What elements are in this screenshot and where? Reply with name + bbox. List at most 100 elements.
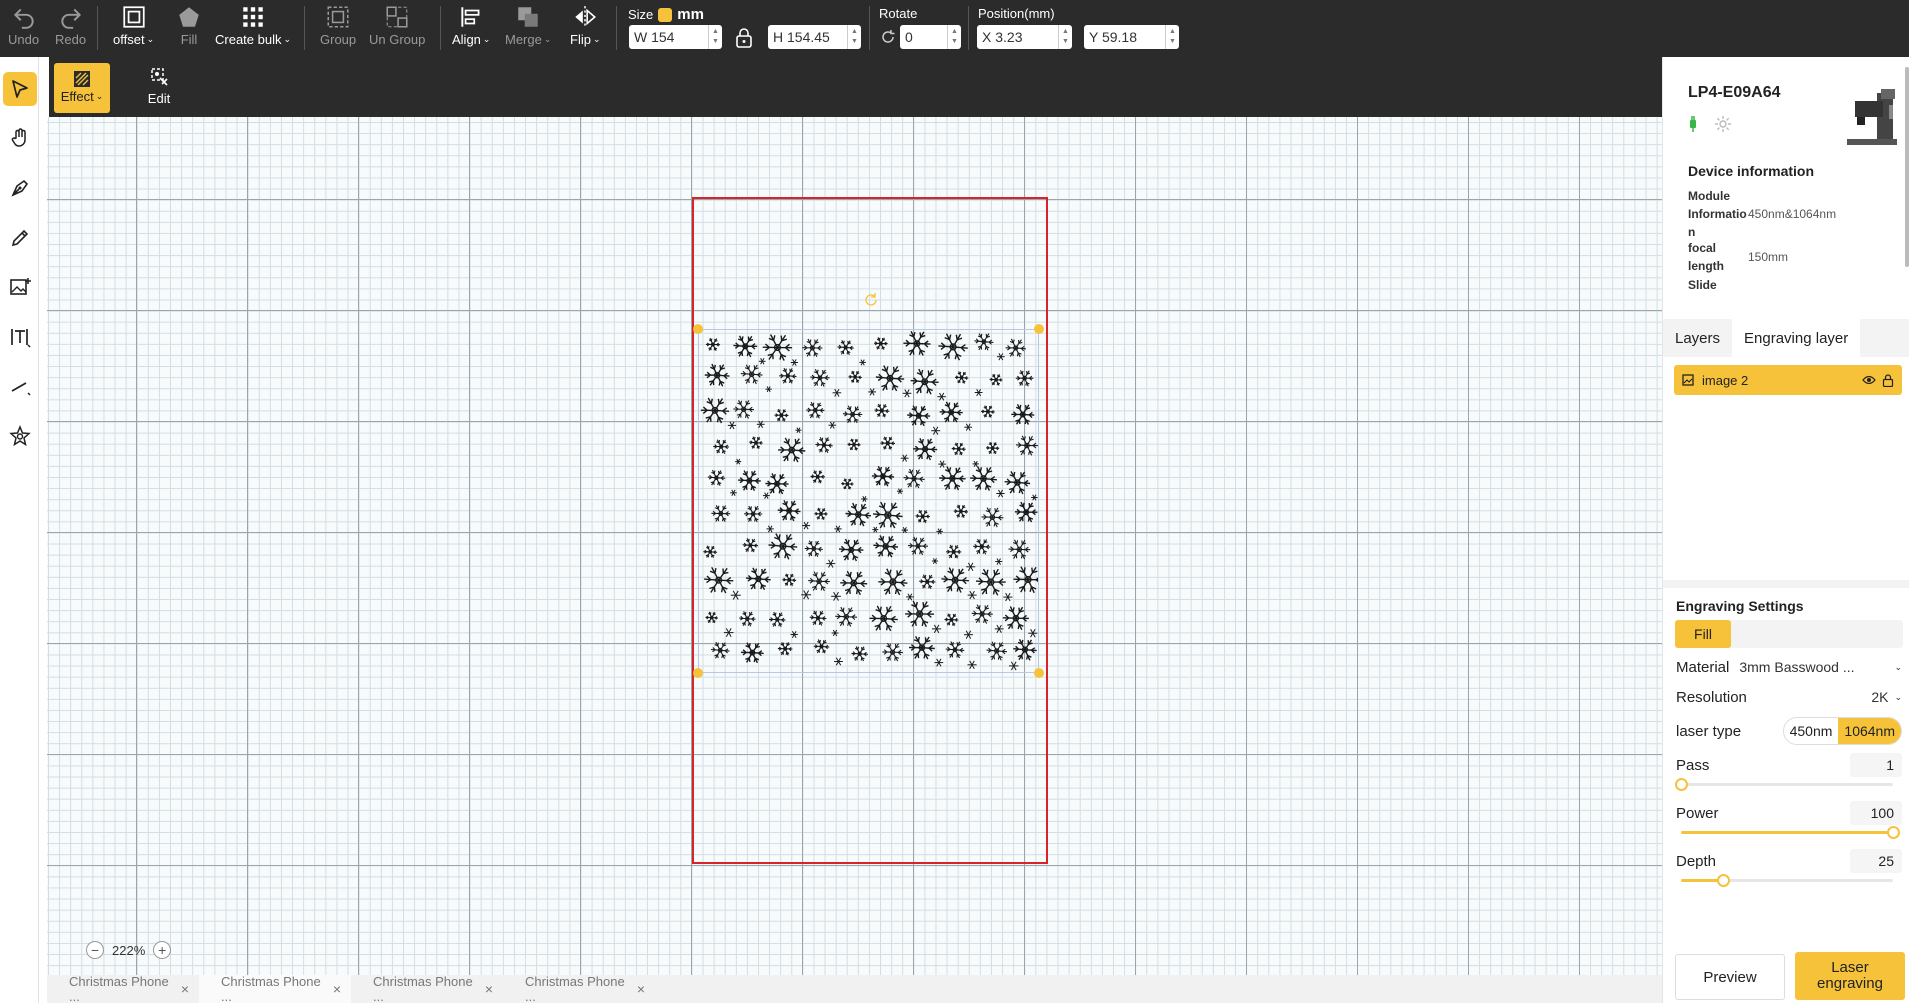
edit-label: Edit	[148, 91, 170, 106]
preview-button[interactable]: Preview	[1675, 954, 1785, 1000]
align-button[interactable]: Align⌄	[452, 4, 490, 54]
material-select[interactable]: 3mm Basswood ... ⌄	[1739, 659, 1902, 675]
resize-handle-top-left[interactable]	[693, 324, 703, 334]
laser-engraving-button[interactable]: Laser engraving	[1795, 952, 1905, 1000]
laser-option-450nm[interactable]: 450nm	[1784, 718, 1839, 744]
file-tab[interactable]: Christmas Phone ...×	[47, 975, 199, 1003]
lock-icon[interactable]	[735, 28, 753, 48]
position-x-value: X 3.23	[982, 29, 1022, 45]
create-bulk-button[interactable]: Create bulk⌄	[215, 4, 291, 54]
tab-fill-mode[interactable]: Fill	[1675, 620, 1731, 648]
laser-option-1064nm[interactable]: 1064nm	[1838, 718, 1901, 744]
zoom-in-button[interactable]: +	[153, 941, 171, 959]
resolution-select[interactable]: 2K ⌄	[1871, 689, 1902, 705]
device-card-scrollbar[interactable]	[1905, 67, 1909, 267]
chevron-down-icon: ⌄	[483, 34, 491, 45]
select-icon	[9, 78, 31, 100]
fill-button[interactable]: Fill	[176, 4, 202, 54]
snowflake	[810, 611, 827, 626]
chevron-down-icon: ⌄	[1894, 662, 1902, 673]
position-x-input[interactable]: X 3.23 ▲▼	[977, 25, 1072, 49]
depth-slider-knob[interactable]	[1717, 874, 1730, 887]
lock-icon[interactable]	[1882, 374, 1894, 387]
rotate-spinner[interactable]: ▲▼	[947, 25, 961, 49]
power-slider[interactable]	[1681, 831, 1893, 834]
eye-icon[interactable]	[1862, 374, 1876, 386]
file-tab[interactable]: Christmas Phone ...×	[351, 975, 503, 1003]
redo-button[interactable]: Redo	[55, 4, 86, 54]
tab-layers[interactable]: Layers	[1663, 319, 1732, 357]
unit-toggle-icon[interactable]	[658, 8, 672, 22]
width-spinner[interactable]: ▲▼	[708, 25, 722, 49]
snowflake	[779, 368, 796, 383]
file-tab[interactable]: Christmas Phone ...×	[503, 975, 655, 1003]
tab-engraving-layer[interactable]: Engraving layer	[1732, 319, 1860, 357]
depth-slider[interactable]	[1681, 879, 1893, 882]
ungroup-button[interactable]: Un Group	[369, 4, 425, 54]
layer-item[interactable]: image 2	[1674, 365, 1902, 395]
close-icon[interactable]: ×	[181, 981, 189, 997]
edit-button[interactable]: Edit	[134, 65, 184, 113]
snowflake	[744, 506, 762, 522]
close-icon[interactable]: ×	[485, 981, 493, 997]
small-snowflake	[834, 658, 843, 666]
file-tab[interactable]: Christmas Phone ...×	[199, 975, 351, 1003]
resize-handle-bottom-left[interactable]	[693, 668, 703, 678]
effect-button[interactable]: Effect⌄	[54, 63, 110, 113]
depth-input[interactable]: 25	[1850, 849, 1902, 873]
laser-type-label: laser type	[1676, 723, 1741, 740]
small-snowflake	[767, 526, 774, 532]
effect-icon	[72, 69, 92, 89]
pass-slider-knob[interactable]	[1675, 778, 1688, 791]
position-y-input[interactable]: Y 59.18 ▲▼	[1084, 25, 1179, 49]
tool-line[interactable]	[3, 369, 37, 403]
width-input[interactable]: W 154 ▲▼	[629, 25, 722, 49]
gear-icon[interactable]	[1714, 115, 1732, 133]
pass-input[interactable]: 1	[1850, 753, 1902, 777]
group-button[interactable]: Group	[320, 4, 356, 54]
tool-pen[interactable]	[3, 171, 37, 205]
snowflake	[981, 406, 995, 418]
snowflake-pattern-image[interactable]	[699, 330, 1038, 672]
tool-select[interactable]	[3, 72, 37, 106]
tool-hand[interactable]	[3, 121, 37, 155]
file-tab-label: Christmas Phone ...	[69, 974, 181, 1004]
zoom-out-button[interactable]: −	[86, 941, 104, 959]
height-input[interactable]: H 154.45 ▲▼	[768, 25, 861, 49]
close-icon[interactable]: ×	[637, 981, 645, 997]
small-snowflake	[763, 493, 770, 499]
small-snowflake	[996, 490, 1004, 497]
undo-button[interactable]: Undo	[8, 4, 39, 54]
rotate-handle-icon[interactable]	[862, 291, 880, 309]
rotate-input[interactable]: 0 ▲▼	[900, 25, 961, 49]
undo-label: Undo	[8, 32, 39, 47]
pass-slider[interactable]	[1681, 783, 1893, 786]
fill-label: Fill	[181, 32, 198, 47]
snowflake	[743, 538, 758, 552]
tool-text[interactable]	[3, 320, 37, 354]
resize-handle-top-right[interactable]	[1034, 324, 1044, 334]
tool-pencil[interactable]	[3, 221, 37, 255]
design-canvas[interactable]	[47, 117, 1662, 975]
material-label: Material	[1676, 659, 1729, 676]
snowflake	[870, 606, 898, 631]
offset-button[interactable]: offset⌄	[113, 4, 154, 54]
snowflake	[706, 612, 718, 623]
power-slider-knob[interactable]	[1887, 826, 1900, 839]
small-snowflake	[897, 489, 903, 494]
snowflake	[909, 636, 935, 659]
close-icon[interactable]: ×	[333, 981, 341, 997]
rotate-value: 0	[905, 29, 913, 45]
position-x-spinner[interactable]: ▲▼	[1058, 25, 1072, 49]
merge-button[interactable]: Merge⌄	[505, 4, 551, 54]
position-y-spinner[interactable]: ▲▼	[1165, 25, 1179, 49]
tool-shapes[interactable]	[3, 419, 37, 453]
power-input[interactable]: 100	[1850, 801, 1902, 825]
snowflake	[952, 443, 966, 455]
height-spinner[interactable]: ▲▼	[847, 25, 861, 49]
resize-handle-bottom-right[interactable]	[1034, 668, 1044, 678]
tool-image[interactable]	[3, 270, 37, 304]
flip-icon	[572, 4, 598, 30]
device-info-row: Slide	[1688, 276, 1888, 294]
flip-button[interactable]: Flip⌄	[570, 4, 601, 54]
